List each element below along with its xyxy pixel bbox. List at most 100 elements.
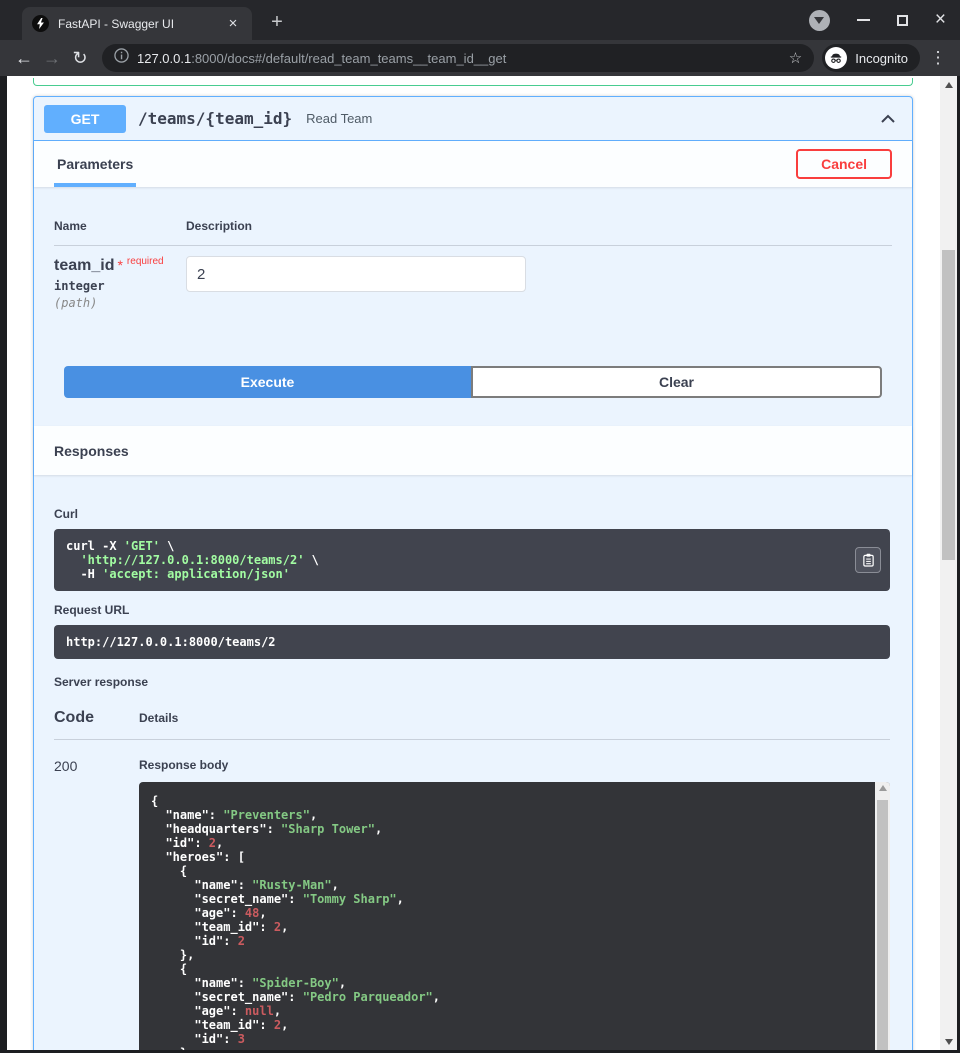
window-maximize-button[interactable] <box>897 15 908 26</box>
code-line: curl -X 'GET' \ <box>66 539 850 553</box>
page-scrollbar[interactable] <box>940 76 957 1050</box>
code-line: "id": 2 <box>151 934 864 948</box>
copy-to-clipboard-button[interactable] <box>855 547 881 573</box>
response-body-code: { "name": "Preventers", "headquarters": … <box>139 782 890 1050</box>
required-label: required <box>127 256 164 267</box>
server-response-label: Server response <box>54 675 890 689</box>
browser-tab[interactable]: FastAPI - Swagger UI × <box>22 7 252 40</box>
browser-toolbar: ← → ↻ 127.0.0.1:8000/docs#/default/read_… <box>0 40 960 76</box>
parameters-body: Name Description team_id*required intege… <box>34 187 912 398</box>
window-close-button[interactable]: × <box>935 13 946 27</box>
code-line: "secret_name": "Tommy Sharp", <box>151 892 864 906</box>
parameter-meta: team_id*required integer (path) <box>54 256 186 310</box>
fastapi-favicon-icon <box>32 15 49 32</box>
responses-section-header: Responses <box>34 426 912 475</box>
page-scroll-down-icon[interactable] <box>940 1033 957 1050</box>
parameter-name: team_id <box>54 257 114 274</box>
url-text[interactable]: 127.0.0.1:8000/docs#/default/read_team_t… <box>137 51 781 66</box>
page-scrollbar-thumb[interactable] <box>942 250 955 560</box>
response-details-cell: Response body { "name": "Preventers", "h… <box>139 758 890 1050</box>
code-line: "age": null, <box>151 1004 864 1018</box>
page-scroll-up-icon[interactable] <box>940 76 957 93</box>
column-description: Description <box>186 219 892 233</box>
incognito-label: Incognito <box>855 51 908 66</box>
browser-titlebar: FastAPI - Swagger UI × + × <box>0 0 960 40</box>
address-bar[interactable]: 127.0.0.1:8000/docs#/default/read_team_t… <box>102 44 814 72</box>
back-button[interactable]: ← <box>10 44 38 72</box>
code-line: "team_id": 2, <box>151 1018 864 1032</box>
responses-title: Responses <box>54 443 129 459</box>
responses-body: Curl curl -X 'GET' \ 'http://127.0.0.1:8… <box>34 475 912 1050</box>
team-id-input[interactable] <box>186 256 526 292</box>
url-path: :8000/docs#/default/read_team_teams__tea… <box>191 51 506 66</box>
forward-button[interactable]: → <box>38 44 66 72</box>
tab-close-icon[interactable]: × <box>224 15 242 33</box>
curl-label: Curl <box>54 507 890 521</box>
cancel-button[interactable]: Cancel <box>796 149 892 179</box>
parameter-row: team_id*required integer (path) <box>54 256 892 310</box>
page-viewport: GET /teams/{team_id} Read Team Parameter… <box>7 76 957 1050</box>
bookmark-star-icon[interactable]: ☆ <box>789 49 802 67</box>
collapse-chevron-icon[interactable] <box>874 105 902 133</box>
execute-button[interactable]: Execute <box>64 366 471 398</box>
parameter-value-cell <box>186 256 892 310</box>
code-line: { <box>151 864 864 878</box>
code-line: "id": 3 <box>151 1032 864 1046</box>
endpoint-path: /teams/{team_id} <box>138 109 292 128</box>
code-line: { <box>151 794 864 808</box>
parameter-type: integer <box>54 279 186 293</box>
method-badge: GET <box>44 105 126 133</box>
scroll-up-arrow-icon[interactable] <box>875 785 890 791</box>
status-code: 200 <box>54 758 139 1050</box>
get-teams-opblock: GET /teams/{team_id} Read Team Parameter… <box>33 96 913 1050</box>
clear-button[interactable]: Clear <box>471 366 882 398</box>
request-url-label: Request URL <box>54 603 890 617</box>
code-line: "heroes": [ <box>151 850 864 864</box>
window-minimize-button[interactable] <box>857 19 870 21</box>
code-line: -H 'accept: application/json' <box>66 567 850 581</box>
site-info-icon[interactable] <box>114 48 129 68</box>
curl-block: curl -X 'GET' \ 'http://127.0.0.1:8000/t… <box>54 529 890 591</box>
browser-update-icon[interactable] <box>809 10 830 31</box>
code-line: }, <box>151 948 864 962</box>
swagger-content: GET /teams/{team_id} Read Team Parameter… <box>7 76 940 1050</box>
response-scrollbar-thumb[interactable] <box>877 800 888 1050</box>
tab-title: FastAPI - Swagger UI <box>58 17 218 31</box>
code-line: "name": "Spider-Boy", <box>151 976 864 990</box>
collapsed-endpoint-edge <box>33 78 913 86</box>
reload-button[interactable]: ↻ <box>66 44 94 72</box>
opblock-summary[interactable]: GET /teams/{team_id} Read Team <box>34 97 912 141</box>
url-host: 127.0.0.1 <box>137 51 191 66</box>
code-line: "name": "Preventers", <box>151 808 864 822</box>
endpoint-summary: Read Team <box>306 111 874 126</box>
parameters-section-header: Parameters Cancel <box>34 141 912 187</box>
code-line: { <box>151 962 864 976</box>
new-tab-button[interactable]: + <box>264 10 290 36</box>
window-controls: × <box>809 0 946 40</box>
code-line: "team_id": 2, <box>151 920 864 934</box>
response-row: 200 Response body { "name": "Preventers"… <box>54 758 890 1050</box>
parameters-table-head: Name Description <box>54 219 892 246</box>
tab-parameters[interactable]: Parameters <box>54 141 136 187</box>
response-body-label: Response body <box>139 758 890 772</box>
response-table-head: Code Details <box>54 709 890 740</box>
request-url-block: http://127.0.0.1:8000/teams/2 <box>54 625 890 659</box>
request-url-code: http://127.0.0.1:8000/teams/2 <box>66 635 878 649</box>
parameter-location: (path) <box>54 296 186 310</box>
incognito-icon <box>825 47 847 69</box>
execute-row: Execute Clear <box>64 366 882 398</box>
code-line: }, <box>151 1046 864 1050</box>
curl-code: curl -X 'GET' \ 'http://127.0.0.1:8000/t… <box>66 539 850 581</box>
column-code: Code <box>54 709 139 727</box>
response-body-block: { "name": "Preventers", "headquarters": … <box>139 782 890 1050</box>
browser-menu-icon[interactable]: ⋮ <box>926 44 950 72</box>
column-name: Name <box>54 219 186 233</box>
code-line: "headquarters": "Sharp Tower", <box>151 822 864 836</box>
code-line: "age": 48, <box>151 906 864 920</box>
response-body-scrollbar[interactable] <box>875 782 890 1050</box>
code-line: 'http://127.0.0.1:8000/teams/2' \ <box>66 553 850 567</box>
code-line: http://127.0.0.1:8000/teams/2 <box>66 635 878 649</box>
code-line: "secret_name": "Pedro Parqueador", <box>151 990 864 1004</box>
incognito-badge: Incognito <box>822 44 920 72</box>
code-line: "name": "Rusty-Man", <box>151 878 864 892</box>
